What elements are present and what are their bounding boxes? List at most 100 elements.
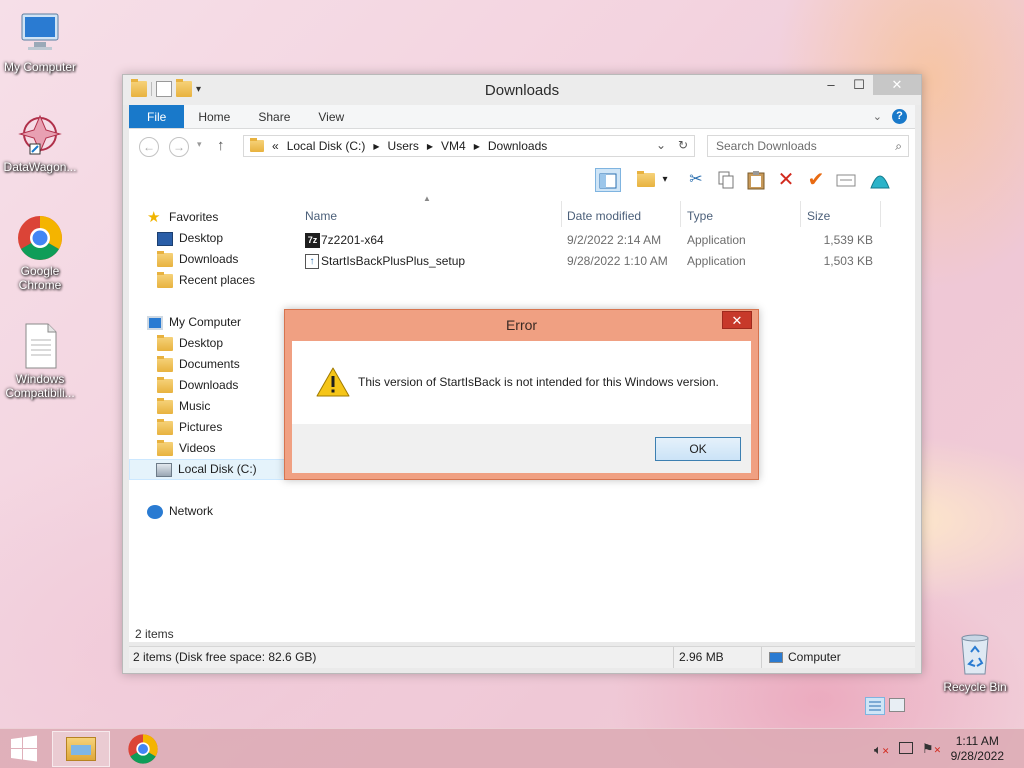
chrome-icon (16, 214, 64, 262)
breadcrumb-users[interactable]: Users (388, 139, 419, 153)
file-type: Application (687, 254, 746, 268)
maximize-button[interactable]: ☐ (845, 75, 873, 95)
status-selection-size: 2.96 MB (679, 650, 724, 664)
dialog-message-area: This version of StartIsBack is not inten… (292, 341, 751, 424)
cut-icon[interactable]: ✂ (683, 168, 709, 192)
desktop-icon-datawagon[interactable]: DataWagon... (0, 110, 80, 174)
command-toolbar: ▾ ✂ ✕ ✔ (129, 163, 915, 197)
desktop-icon-label: DataWagon... (3, 160, 77, 174)
column-header-type[interactable]: Type (687, 209, 713, 223)
start-button[interactable] (0, 731, 48, 767)
details-view-button[interactable] (865, 697, 885, 715)
file-size: 1,503 KB (823, 254, 873, 268)
address-bar[interactable]: « Local Disk (C:) ▶ Users ▶ VM4 ▶ Downlo… (243, 135, 695, 157)
dialog-message: This version of StartIsBack is not inten… (358, 375, 719, 389)
view-dropdown-icon[interactable]: ▾ (659, 168, 671, 192)
status-location: Computer (788, 650, 841, 664)
desktop-icon-recycle-bin[interactable]: Recycle Bin (935, 630, 1015, 694)
rename-check-icon[interactable]: ✔ (803, 168, 829, 192)
desktop-icon-my-computer[interactable]: My Computer (0, 10, 80, 74)
expand-ribbon-icon[interactable]: ⌄ (873, 110, 882, 123)
column-header-date[interactable]: Date modified (567, 209, 641, 223)
refresh-icon[interactable]: ↻ (678, 138, 688, 152)
computer-icon (16, 10, 64, 58)
navigation-pane: ★ Favorites Desktop Downloads Recent pla… (129, 197, 289, 642)
file-name: StartIsBackPlusPlus_setup (321, 254, 466, 268)
window-title: Downloads (484, 82, 560, 99)
file-explorer-icon (66, 737, 96, 761)
paste-icon[interactable] (743, 168, 769, 192)
network-status-icon[interactable] (899, 742, 913, 754)
folder-icon (157, 334, 173, 351)
recent-locations-icon[interactable]: ▾ (197, 139, 202, 150)
nav-pc-local-disk[interactable]: Local Disk (C:) (129, 459, 289, 480)
file-date: 9/28/2022 1:10 AM (567, 254, 668, 268)
forward-button[interactable]: → (169, 137, 189, 157)
taskbar-file-explorer[interactable] (52, 731, 110, 767)
up-button[interactable]: ↑ (217, 137, 225, 154)
file-size: 1,539 KB (823, 233, 873, 247)
system-clock[interactable]: 1:11 AM 9/28/2022 (951, 734, 1004, 764)
tab-view[interactable]: View (304, 105, 358, 128)
nav-my-computer[interactable]: My Computer (147, 312, 307, 333)
breadcrumb-vm4[interactable]: VM4 (441, 139, 466, 153)
back-button[interactable]: ← (139, 137, 159, 157)
column-header-size[interactable]: Size (807, 209, 830, 223)
nav-fav-recent-places[interactable]: Recent places (157, 270, 317, 291)
desktop-icon-google-chrome[interactable]: Google Chrome (0, 214, 80, 292)
large-icons-view-button[interactable] (889, 698, 905, 712)
breadcrumb-downloads[interactable]: Downloads (488, 139, 547, 153)
file-row[interactable]: 7z 7z2201-x64 9/2/2022 2:14 AM Applicati… (299, 230, 915, 251)
star-icon: ★ (147, 208, 161, 226)
dialog-close-button[interactable]: ✕ (722, 311, 752, 329)
close-button[interactable]: ✕ (873, 75, 921, 95)
chevron-right-icon[interactable]: ▶ (474, 142, 480, 151)
column-header-name[interactable]: Name (305, 209, 337, 223)
folder-icon (157, 355, 173, 372)
chevron-right-icon[interactable]: ▶ (427, 142, 433, 151)
desktop-icon-label: Google Chrome (18, 264, 62, 292)
taskbar-chrome[interactable] (114, 731, 172, 767)
file-type: Application (687, 233, 746, 247)
nav-fav-downloads[interactable]: Downloads (157, 249, 317, 270)
folder-icon (250, 138, 264, 152)
shell-icon[interactable] (867, 168, 893, 192)
clock-date: 9/28/2022 (950, 749, 1004, 763)
volume-muted-icon[interactable]: 🔈︎✕ (874, 742, 889, 758)
7zip-icon: 7z (305, 233, 320, 248)
nav-fav-desktop[interactable]: Desktop (157, 228, 317, 249)
computer-icon (769, 652, 783, 663)
recycle-bin-icon (951, 630, 999, 678)
error-dialog: Error ✕ This version of StartIsBack is n… (284, 309, 759, 480)
copy-icon[interactable] (713, 168, 739, 192)
checkbox-folder-icon[interactable] (633, 168, 659, 192)
tab-file[interactable]: File (129, 105, 185, 128)
properties-panel-icon[interactable] (833, 168, 859, 192)
address-dropdown-icon[interactable]: ⌄ (656, 138, 666, 152)
minimize-button[interactable]: – (817, 75, 845, 95)
file-name: 7z2201-x64 (321, 233, 384, 247)
folder-icon (157, 418, 173, 435)
help-icon[interactable]: ? (892, 109, 907, 124)
folder-icon (157, 376, 173, 393)
nav-favorites[interactable]: ★ Favorites (147, 207, 307, 228)
tab-share[interactable]: Share (244, 105, 304, 128)
file-date: 9/2/2022 2:14 AM (567, 233, 662, 247)
computer-icon (147, 315, 163, 330)
chevron-right-icon[interactable]: ▶ (373, 142, 379, 151)
action-center-flag-icon[interactable]: ⚑✕ (922, 741, 941, 757)
search-input[interactable]: Search Downloads ⌕ (707, 135, 909, 157)
preview-pane-button[interactable] (595, 168, 621, 192)
downloads-folder-icon (157, 250, 173, 267)
file-row[interactable]: ↑ StartIsBackPlusPlus_setup 9/28/2022 1:… (299, 251, 915, 272)
item-count: 2 items (135, 627, 174, 641)
breadcrumb-local-disk[interactable]: Local Disk (C:) (287, 139, 366, 153)
tab-home[interactable]: Home (184, 105, 244, 128)
breadcrumb-overflow[interactable]: « (272, 139, 279, 153)
delete-icon[interactable]: ✕ (773, 168, 799, 192)
desktop-icon-windows-compatibility[interactable]: Windows Compatibili... (0, 322, 80, 400)
nav-network[interactable]: Network (147, 501, 307, 522)
title-bar[interactable]: ▾ Downloads – ☐ ✕ (123, 75, 921, 105)
recent-places-icon (157, 271, 173, 288)
ok-button[interactable]: OK (655, 437, 741, 461)
